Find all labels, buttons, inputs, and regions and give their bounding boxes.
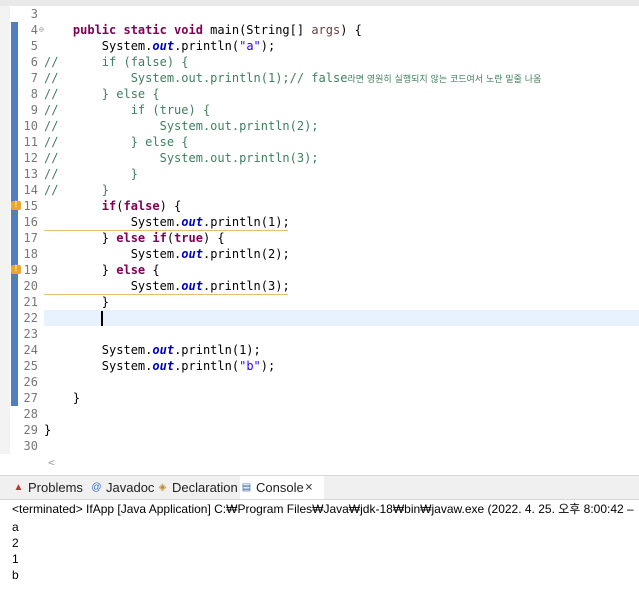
- code-line: // }: [44, 183, 110, 197]
- scroll-left-icon[interactable]: <: [48, 454, 55, 472]
- code-line: } else {: [44, 263, 160, 277]
- code-line: // if (false) {: [44, 55, 189, 69]
- line-number: 6: [30, 55, 38, 69]
- code-line: // System.out.println(3);: [44, 151, 319, 165]
- current-line-highlight: [44, 310, 639, 326]
- line-number: 3: [30, 7, 38, 21]
- line-number: 30: [23, 439, 38, 453]
- line-number: 19: [23, 263, 38, 277]
- line-number: 22: [23, 311, 38, 325]
- code-editor[interactable]: 3 4 ⊖ 5 6 7 8 9 10 11 12 13 14 15 ! 16 1…: [0, 6, 639, 469]
- bottom-panel: ▲ Problems @ Javadoc ◈ Declaration ▤ Con…: [0, 475, 639, 604]
- line-number: 4: [30, 23, 38, 37]
- line-number: 18: [23, 247, 38, 261]
- code-line: System.out.println(1);: [44, 215, 290, 229]
- code-line: System.out.println("a");: [44, 39, 276, 53]
- code-line: System.out.println("b");: [44, 359, 276, 373]
- line-number: 21: [23, 295, 38, 309]
- overview-ruler: [0, 6, 10, 454]
- line-number: 16: [23, 215, 38, 229]
- code-line: // } else {: [44, 87, 160, 101]
- console-icon: ▤: [241, 482, 252, 493]
- dead-code-underline: [44, 293, 288, 295]
- console-output-line: b: [12, 568, 19, 582]
- line-number-gutter: 3 4 ⊖ 5 6 7 8 9 10 11 12 13 14 15 ! 16 1…: [11, 6, 44, 454]
- line-number: 7: [30, 71, 38, 85]
- tab-javadoc[interactable]: @ Javadoc: [90, 476, 155, 499]
- console-output-line: a: [12, 520, 19, 534]
- line-number: 29: [23, 423, 38, 437]
- line-number: 23: [23, 327, 38, 341]
- line-number: 14: [23, 183, 38, 197]
- tab-declaration[interactable]: ◈ Declaration: [156, 476, 238, 499]
- line-number: 8: [30, 87, 38, 101]
- code-line: if(false) {: [101, 199, 182, 213]
- line-number: 24: [23, 343, 38, 357]
- line-number: 28: [23, 407, 38, 421]
- tab-label: Console: [256, 480, 304, 495]
- warning-icon[interactable]: !: [11, 201, 21, 210]
- line-number: 12: [23, 151, 38, 165]
- code-line: // if (true) {: [44, 103, 211, 117]
- text-caret: [101, 311, 103, 326]
- code-line: // System.out.println(2);: [44, 119, 319, 133]
- line-number: 17: [23, 231, 38, 245]
- line-number: 5: [30, 39, 38, 53]
- horizontal-scrollbar[interactable]: <: [44, 454, 639, 472]
- tab-problems[interactable]: ▲ Problems: [12, 476, 83, 499]
- tab-label: Declaration: [172, 480, 238, 495]
- line-number: 25: [23, 359, 38, 373]
- line-number: 13: [23, 167, 38, 181]
- dead-code-underline: [44, 229, 288, 231]
- code-line: }: [44, 391, 81, 405]
- warning-icon[interactable]: !: [11, 265, 21, 274]
- code-line: }: [44, 295, 110, 309]
- line-number: 26: [23, 375, 38, 389]
- code-line: System.out.println(3);: [44, 279, 290, 293]
- code-line: // } else {: [44, 135, 189, 149]
- declaration-icon: ◈: [158, 482, 167, 493]
- console-output-line: 1: [12, 552, 19, 566]
- line-number: 10: [23, 119, 38, 133]
- code-line: // }: [44, 167, 138, 181]
- tab-label: Problems: [28, 480, 83, 495]
- tab-label: Javadoc: [106, 480, 155, 495]
- problems-icon: ▲: [13, 482, 24, 493]
- code-line: System.out.println(2);: [44, 247, 290, 261]
- quick-diff-bar: [11, 22, 18, 406]
- code-line: System.out.println(1);: [44, 343, 261, 357]
- code-line: }: [44, 423, 52, 437]
- line-number: 11: [23, 135, 38, 149]
- line-number: 20: [23, 279, 38, 293]
- javadoc-icon: @: [91, 482, 102, 493]
- console-output-line: 2: [12, 536, 19, 550]
- code-line: // System.out.println(1);// false라면 영원히 …: [44, 71, 542, 85]
- code-line: public static void main(String[] args) {: [72, 23, 362, 37]
- code-line: } else if(true) {: [44, 231, 225, 245]
- line-number: 15: [23, 199, 38, 213]
- panel-tab-bar: ▲ Problems @ Javadoc ◈ Declaration ▤ Con…: [0, 476, 639, 500]
- line-number: 9: [30, 103, 38, 117]
- console-status-line: <terminated> IfApp [Java Application] C:…: [12, 502, 634, 516]
- code-text-area[interactable]: public static void main(String[] args) {…: [44, 6, 639, 454]
- line-number: 27: [23, 391, 38, 405]
- close-icon[interactable]: ×: [305, 476, 313, 499]
